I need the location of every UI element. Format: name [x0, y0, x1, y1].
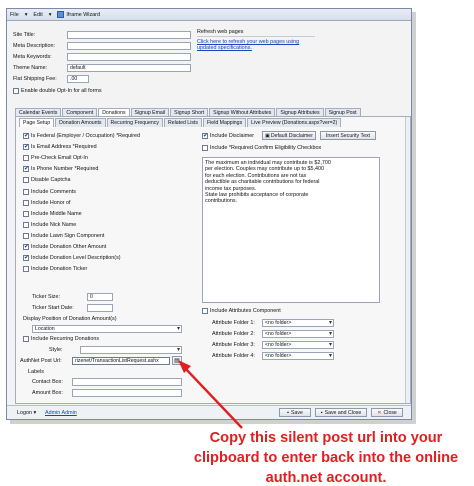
arrow-line — [183, 366, 243, 429]
annotation-arrow — [178, 360, 243, 429]
annotation-caption: Copy this silent post url into your clip… — [193, 430, 459, 486]
